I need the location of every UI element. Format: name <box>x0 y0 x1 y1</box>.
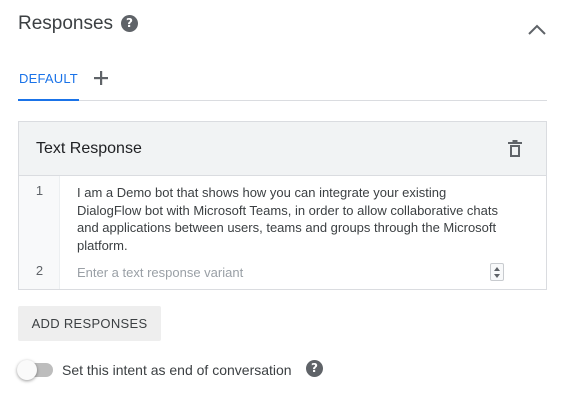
card-title: Text Response <box>36 140 142 157</box>
response-variant-input[interactable] <box>77 263 489 281</box>
arrow-up-icon <box>494 267 500 271</box>
help-circle-icon[interactable]: ? <box>121 15 138 32</box>
tab-default[interactable]: DEFAULT <box>18 60 79 101</box>
card-header: Text Response <box>19 122 546 176</box>
arrow-down-icon <box>494 274 500 278</box>
text-response-card: Text Response 1 I am a Demo bot that sho… <box>18 121 547 290</box>
section-title: Responses <box>18 13 114 34</box>
help-circle-icon[interactable]: ? <box>306 360 323 377</box>
resize-handle[interactable] <box>490 263 504 281</box>
response-tabs: DEFAULT <box>18 60 547 101</box>
trash-icon[interactable] <box>507 140 523 158</box>
responses-panel: Responses ? DEFAULT Text Response 1 I am… <box>0 0 581 406</box>
end-conversation-toggle[interactable] <box>17 360 53 380</box>
add-responses-button[interactable]: ADD RESPONSES <box>18 306 161 341</box>
line-number: 1 <box>35 183 44 198</box>
line-number: 2 <box>35 263 44 278</box>
plus-icon[interactable] <box>93 70 109 86</box>
toggle-knob <box>17 360 37 380</box>
chevron-up-icon[interactable] <box>527 22 547 36</box>
end-conversation-label: Set this intent as end of conversation <box>62 362 292 378</box>
response-text[interactable]: I am a Demo bot that shows how you can i… <box>77 184 512 254</box>
